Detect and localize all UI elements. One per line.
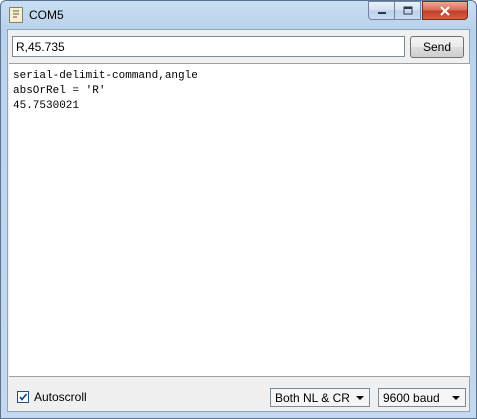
- serial-monitor-icon: [9, 7, 23, 23]
- chevron-down-icon: [356, 396, 364, 400]
- maximize-button[interactable]: [394, 1, 421, 20]
- chevron-down-icon: [452, 396, 460, 400]
- baud-rate-value: 9600 baud: [383, 391, 440, 405]
- line-ending-value: Both NL & CR: [275, 391, 350, 405]
- minimize-button[interactable]: [368, 1, 395, 20]
- baud-rate-select[interactable]: 9600 baud: [378, 388, 466, 407]
- minimize-icon: [377, 11, 386, 14]
- autoscroll-toggle[interactable]: Autoscroll: [17, 390, 87, 404]
- autoscroll-checkbox[interactable]: [17, 391, 29, 403]
- status-bar: Autoscroll Both NL & CR 9600 baud: [8, 377, 469, 412]
- autoscroll-label: Autoscroll: [34, 390, 87, 404]
- serial-output-area[interactable]: serial-delimit-command,angle absOrRel = …: [9, 63, 470, 377]
- output-line: serial-delimit-command,angle: [13, 70, 198, 82]
- maximize-icon: [403, 6, 412, 15]
- send-button[interactable]: Send: [410, 36, 464, 58]
- output-line: 45.7530021: [13, 100, 80, 112]
- client-area: Send serial-delimit-command,angle absOrR…: [7, 29, 470, 412]
- close-button[interactable]: [422, 1, 468, 20]
- output-line: absOrRel = 'R': [13, 85, 106, 97]
- serial-command-input[interactable]: [12, 36, 405, 57]
- close-icon: [440, 5, 450, 16]
- window-title: COM5: [29, 8, 64, 22]
- line-ending-select[interactable]: Both NL & CR: [270, 388, 370, 407]
- checkmark-icon: [19, 393, 28, 401]
- title-bar[interactable]: COM5: [1, 1, 476, 29]
- serial-monitor-window: COM5 Send serial-delimit-command,angle a…: [0, 0, 477, 419]
